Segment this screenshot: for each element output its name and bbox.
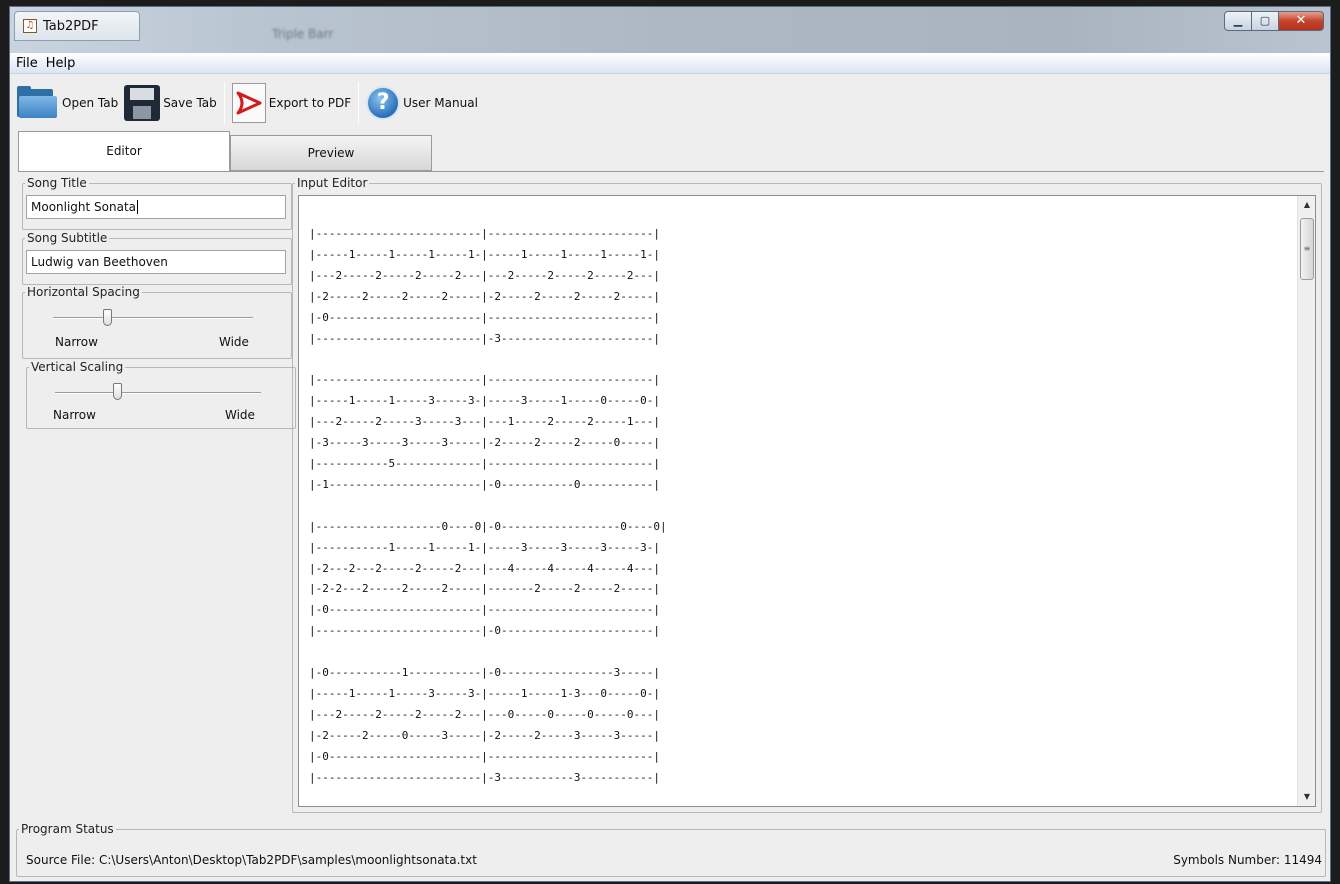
chevron-up-icon: ▲	[1303, 200, 1311, 209]
song-subtitle-input[interactable]: Ludwig van Beethoven	[26, 250, 286, 274]
folder-icon	[17, 85, 59, 121]
save-tab-button[interactable]: Save Tab	[121, 81, 220, 125]
horizontal-spacing-label: Horizontal Spacing	[25, 285, 142, 299]
export-pdf-label: Export to PDF	[268, 96, 352, 110]
vertical-scaling-group: Vertical Scaling Narrow Wide	[26, 360, 296, 429]
input-editor-label: Input Editor	[295, 176, 370, 190]
window-title-tab[interactable]: ♫ Tab2PDF	[14, 11, 140, 41]
vertical-scaling-max-label: Wide	[225, 408, 255, 422]
help-icon: ?	[366, 86, 401, 120]
menu-help[interactable]: Help	[42, 56, 80, 71]
close-icon: ✕	[1295, 13, 1307, 28]
vertical-scaling-thumb[interactable]	[112, 383, 122, 400]
open-tab-button[interactable]: Open Tab	[14, 81, 121, 125]
title-bar[interactable]: ♫ Tab2PDF Triple Barr ▁ ▢ ✕	[10, 7, 1330, 53]
song-title-input[interactable]: Moonlight Sonata	[26, 195, 286, 219]
toolbar-separator	[223, 82, 225, 124]
horizontal-spacing-track[interactable]	[53, 317, 253, 319]
open-tab-label: Open Tab	[62, 96, 119, 110]
tab-preview[interactable]: Preview	[230, 135, 432, 171]
minimize-icon: ▁	[1233, 14, 1243, 27]
window-controls: ▁ ▢ ✕	[1224, 11, 1324, 31]
scroll-down-button[interactable]: ▼	[1298, 788, 1315, 806]
chevron-down-icon: ▼	[1303, 792, 1311, 801]
window-title: Tab2PDF	[43, 19, 99, 34]
maximize-button[interactable]: ▢	[1251, 11, 1279, 31]
song-title-value: Moonlight Sonata	[31, 200, 137, 214]
song-subtitle-value: Ludwig van Beethoven	[31, 255, 168, 269]
song-title-label: Song Title	[25, 176, 89, 190]
tab-editor[interactable]: Editor	[18, 131, 230, 172]
toolbar: Open Tab Save Tab Export to PDF ? User M…	[10, 75, 1330, 131]
minimize-button[interactable]: ▁	[1224, 11, 1252, 31]
menu-file[interactable]: File	[12, 56, 42, 71]
menu-bar: File Help	[10, 53, 1330, 74]
scroll-thumb[interactable]: ≡	[1300, 218, 1314, 280]
user-manual-label: User Manual	[403, 96, 478, 110]
vertical-scaling-track[interactable]	[55, 392, 261, 394]
grip-icon: ≡	[1303, 244, 1311, 253]
vertical-scaling-label: Vertical Scaling	[29, 360, 126, 374]
pdf-icon	[231, 83, 266, 123]
horizontal-spacing-group: Horizontal Spacing Narrow Wide	[22, 285, 292, 359]
horizontal-spacing-min-label: Narrow	[55, 335, 98, 349]
horizontal-spacing-max-label: Wide	[219, 335, 249, 349]
tab-text-editor[interactable]: |-------------------------|-------------…	[298, 195, 1316, 807]
toolbar-separator	[358, 82, 360, 124]
save-tab-label: Save Tab	[163, 96, 217, 110]
symbols-count-status: Symbols Number: 11494	[1173, 853, 1322, 867]
source-file-status: Source File: C:\Users\Anton\Desktop\Tab2…	[26, 853, 477, 867]
scroll-up-button[interactable]: ▲	[1298, 196, 1315, 214]
background-window-title: Triple Barr	[272, 27, 334, 41]
song-subtitle-label: Song Subtitle	[25, 231, 110, 245]
user-manual-button[interactable]: ? User Manual	[363, 81, 481, 125]
program-status-label: Program Status	[19, 822, 116, 836]
app-icon: ♫	[23, 19, 37, 33]
vertical-scaling-min-label: Narrow	[53, 408, 96, 422]
maximize-icon: ▢	[1259, 14, 1271, 27]
floppy-disk-icon	[124, 85, 161, 121]
app-window: ♫ Tab2PDF Triple Barr ▁ ▢ ✕ File Help Op…	[9, 6, 1331, 882]
tab-text-content[interactable]: |-------------------------|-------------…	[309, 224, 667, 788]
export-pdf-button[interactable]: Export to PDF	[229, 81, 354, 125]
horizontal-spacing-thumb[interactable]	[103, 309, 112, 326]
close-button[interactable]: ✕	[1278, 11, 1324, 31]
editor-scrollbar[interactable]: ▲ ≡ ▼	[1297, 196, 1315, 806]
